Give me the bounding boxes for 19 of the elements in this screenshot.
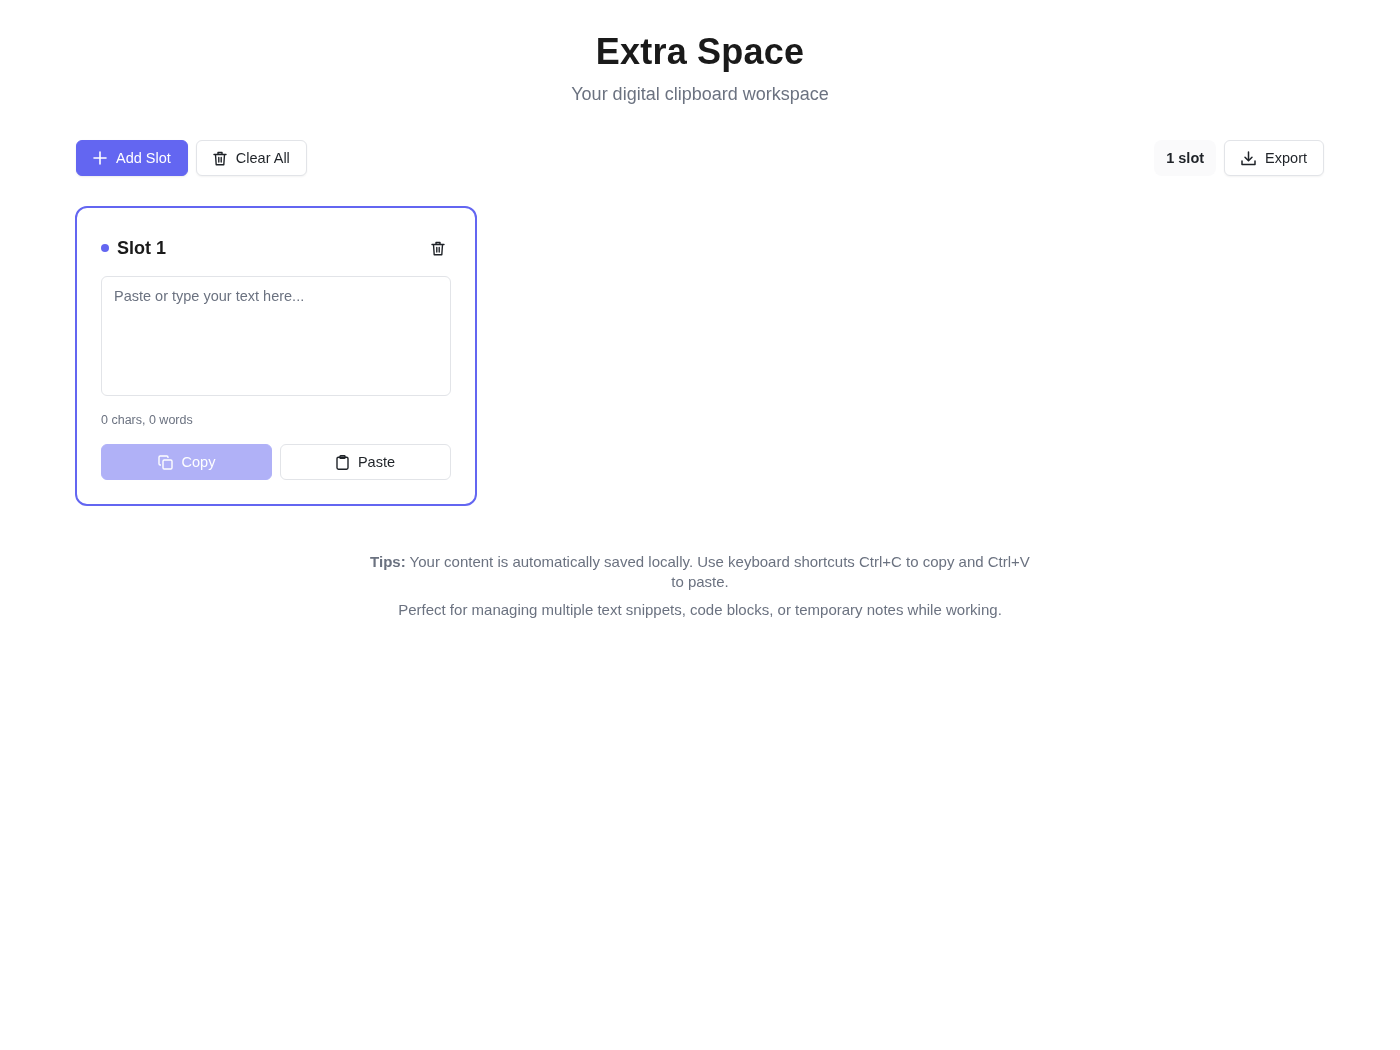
slot-title: Slot 1 <box>117 237 166 259</box>
tips-text: Perfect for managing multiple text snippets, code blocks, or temporary notes while working. <box>397 600 1003 620</box>
export-button[interactable]: Export <box>1224 140 1324 176</box>
trash-icon <box>431 240 445 256</box>
slot-stats: 0 chars, 0 words <box>101 412 193 428</box>
paste-button[interactable]: Paste <box>280 444 451 480</box>
tips-text: Tips: Your content is automatically saved locally. Use keyboard shortcuts Ctrl+C to copy and Ctrl+V to paste. <box>369 552 1031 592</box>
app-subtitle: Your digital clipboard workspace <box>571 83 829 106</box>
plus-icon <box>93 151 107 165</box>
clipboard-icon <box>335 454 349 470</box>
add-slot-button[interactable]: Add Slot <box>76 140 188 176</box>
slot-count: 1 slot <box>1154 140 1217 176</box>
delete-slot-button[interactable] <box>431 240 445 256</box>
copy-icon <box>157 454 173 470</box>
clear-all-button[interactable]: Clear All <box>195 140 307 176</box>
download-icon <box>1241 150 1257 166</box>
trash-icon <box>212 150 227 166</box>
text-input[interactable]: Paste or type your text here... <box>101 276 451 396</box>
app-title: Extra Space <box>595 30 805 74</box>
